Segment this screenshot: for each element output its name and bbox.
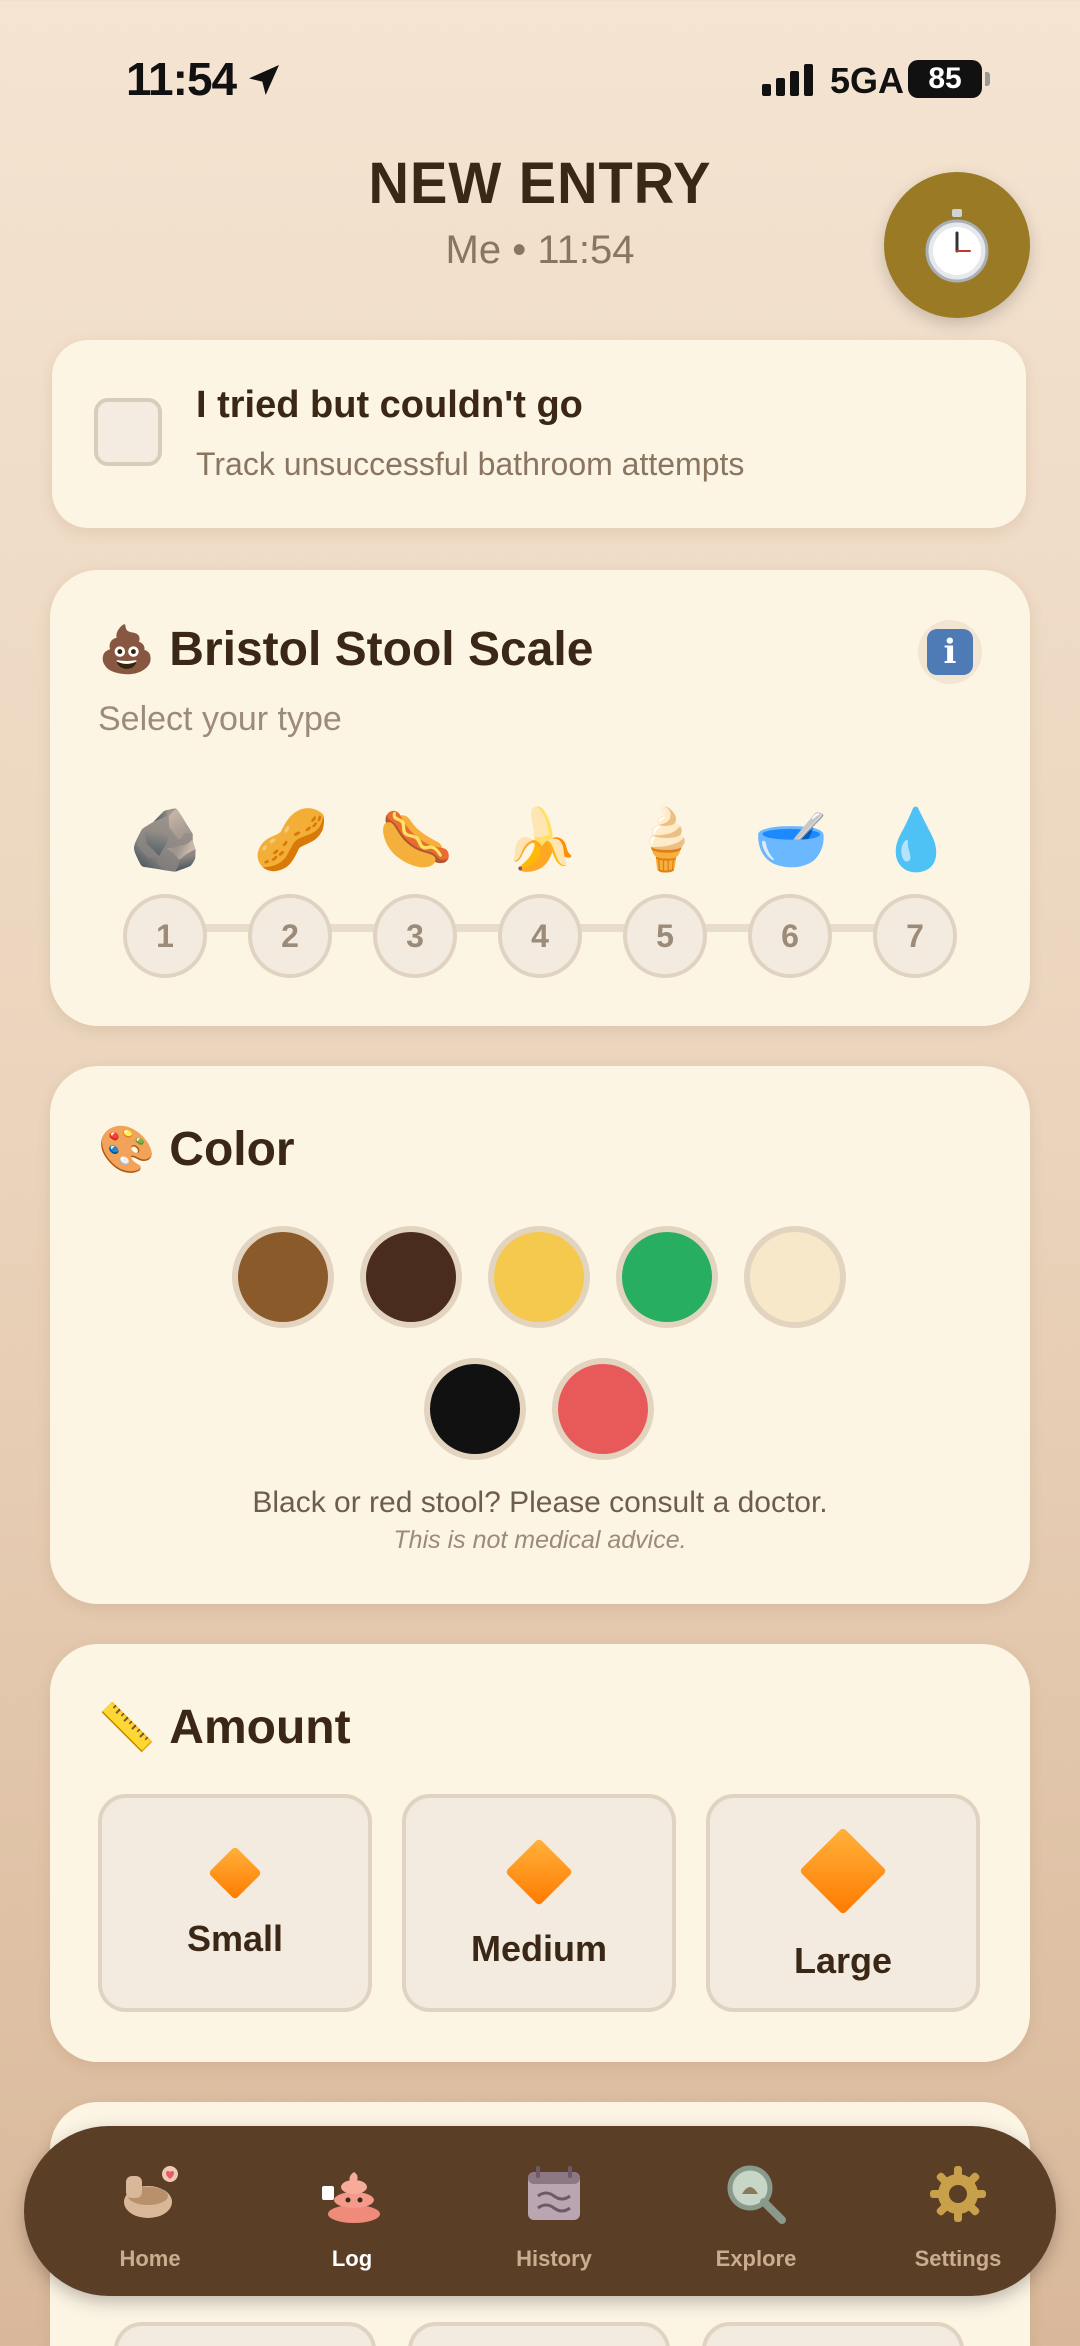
amount-small-button[interactable]: Small [98, 1794, 372, 2012]
bristol-heading: 💩 Bristol Stool Scale [98, 622, 593, 677]
peanut-icon: 🥜 [253, 806, 329, 873]
amount-heading: 📏 Amount [98, 1700, 351, 1755]
amount-card: 📏 Amount Small Medium Large [50, 1644, 1030, 2062]
type-number[interactable]: 4 [498, 894, 582, 978]
amount-label: Large [793, 1940, 893, 1981]
type-number[interactable]: 2 [248, 894, 332, 978]
color-disclaimer: This is not medical advice. [393, 1526, 687, 1554]
amount-title: Amount [169, 1701, 351, 1754]
tab-label: Settings [914, 2246, 1002, 2271]
diamond-icon [208, 1846, 262, 1900]
poop-icon [322, 2172, 380, 2223]
tab-bar: Home Log History Explore Settings [24, 2126, 1056, 2296]
calendar-icon [528, 2166, 580, 2220]
diamond-icon [799, 1827, 887, 1915]
bristol-type-6[interactable]: 🥣 6 [748, 800, 834, 978]
color-heading: 🎨 Color [98, 1122, 295, 1177]
tab-log[interactable]: Log [262, 2126, 442, 2296]
color-swatch-brown[interactable] [232, 1226, 334, 1328]
amount-large-button[interactable]: Large [706, 1794, 980, 2012]
bristol-type-2[interactable]: 🥜 2 [248, 800, 334, 978]
signal-icon [762, 62, 813, 96]
timer-button[interactable] [884, 172, 1030, 318]
status-bar: 11:54 5GA 85 [0, 0, 1080, 150]
potty-icon [124, 2166, 178, 2218]
ruler-icon: 📏 [98, 1701, 156, 1753]
tab-label: Log [331, 2246, 373, 2271]
color-swatch-yellow[interactable] [488, 1226, 590, 1328]
battery-indicator: 85 [908, 60, 990, 98]
amount-label: Small [186, 1918, 284, 1959]
bristol-title: Bristol Stool Scale [169, 623, 594, 676]
banana-icon: 🍌 [503, 806, 579, 873]
attempt-checkbox[interactable] [94, 398, 162, 466]
tab-label: Home [119, 2246, 181, 2271]
color-card: 🎨 Color Black or red stool? Please consu… [50, 1066, 1030, 1604]
option-button[interactable] [114, 2322, 376, 2346]
bristol-type-4[interactable]: 🍌 4 [498, 800, 584, 978]
info-button[interactable]: i [918, 620, 982, 684]
tab-label: History [516, 2246, 592, 2271]
bristol-card: 💩 Bristol Stool Scale Select your type i… [50, 570, 1030, 1026]
tab-label: Explore [715, 2246, 797, 2271]
droplet-icon: 💧 [878, 806, 954, 873]
type-number[interactable]: 5 [623, 894, 707, 978]
type-number[interactable]: 3 [373, 894, 457, 978]
amount-medium-button[interactable]: Medium [402, 1794, 676, 2012]
gear-icon [930, 2166, 986, 2222]
attempt-card[interactable]: I tried but couldn't go Track unsuccessf… [52, 340, 1026, 528]
attempt-subtitle: Track unsuccessful bathroom attempts [196, 446, 745, 482]
tab-history[interactable]: History [464, 2126, 644, 2296]
diamond-icon [505, 1838, 573, 1906]
hotdog-icon: 🌭 [378, 806, 454, 873]
amount-label: Medium [470, 1928, 607, 1969]
palette-icon: 🎨 [98, 1123, 156, 1175]
ice-cream-icon: 🍦 [628, 806, 704, 873]
info-icon: i [927, 629, 973, 675]
bristol-subtitle: Select your type [98, 700, 342, 738]
type-number[interactable]: 7 [873, 894, 957, 978]
bristol-type-5[interactable]: 🍦 5 [623, 800, 709, 978]
bristol-type-7[interactable]: 💧 7 [873, 800, 959, 978]
stopwatch-icon [925, 209, 989, 283]
option-button[interactable] [408, 2322, 670, 2346]
color-title: Color [169, 1123, 295, 1176]
location-arrow-icon [249, 65, 279, 95]
color-swatch-black[interactable] [424, 1358, 526, 1460]
bristol-type-1[interactable]: 🪨 1 [123, 800, 209, 978]
magnifier-icon [727, 2165, 786, 2224]
rock-icon: 🪨 [128, 806, 204, 873]
option-button[interactable] [702, 2322, 964, 2346]
attempt-title: I tried but couldn't go [196, 384, 583, 426]
network-type: 5GA [830, 60, 905, 101]
color-swatch-red[interactable] [552, 1358, 654, 1460]
tab-settings[interactable]: Settings [868, 2126, 1048, 2296]
color-swatch-pale[interactable] [744, 1226, 846, 1328]
tab-explore[interactable]: Explore [666, 2126, 846, 2296]
color-swatch-green[interactable] [616, 1226, 718, 1328]
status-time: 11:54 [126, 53, 237, 105]
poop-icon: 💩 [98, 623, 156, 675]
type-number[interactable]: 1 [123, 894, 207, 978]
color-warning: Black or red stool? Please consult a doc… [252, 1486, 828, 1519]
bristol-type-3[interactable]: 🌭 3 [373, 800, 459, 978]
bowl-icon: 🥣 [753, 806, 829, 873]
type-number[interactable]: 6 [748, 894, 832, 978]
color-swatch-dark-brown[interactable] [360, 1226, 462, 1328]
tab-home[interactable]: Home [60, 2126, 240, 2296]
